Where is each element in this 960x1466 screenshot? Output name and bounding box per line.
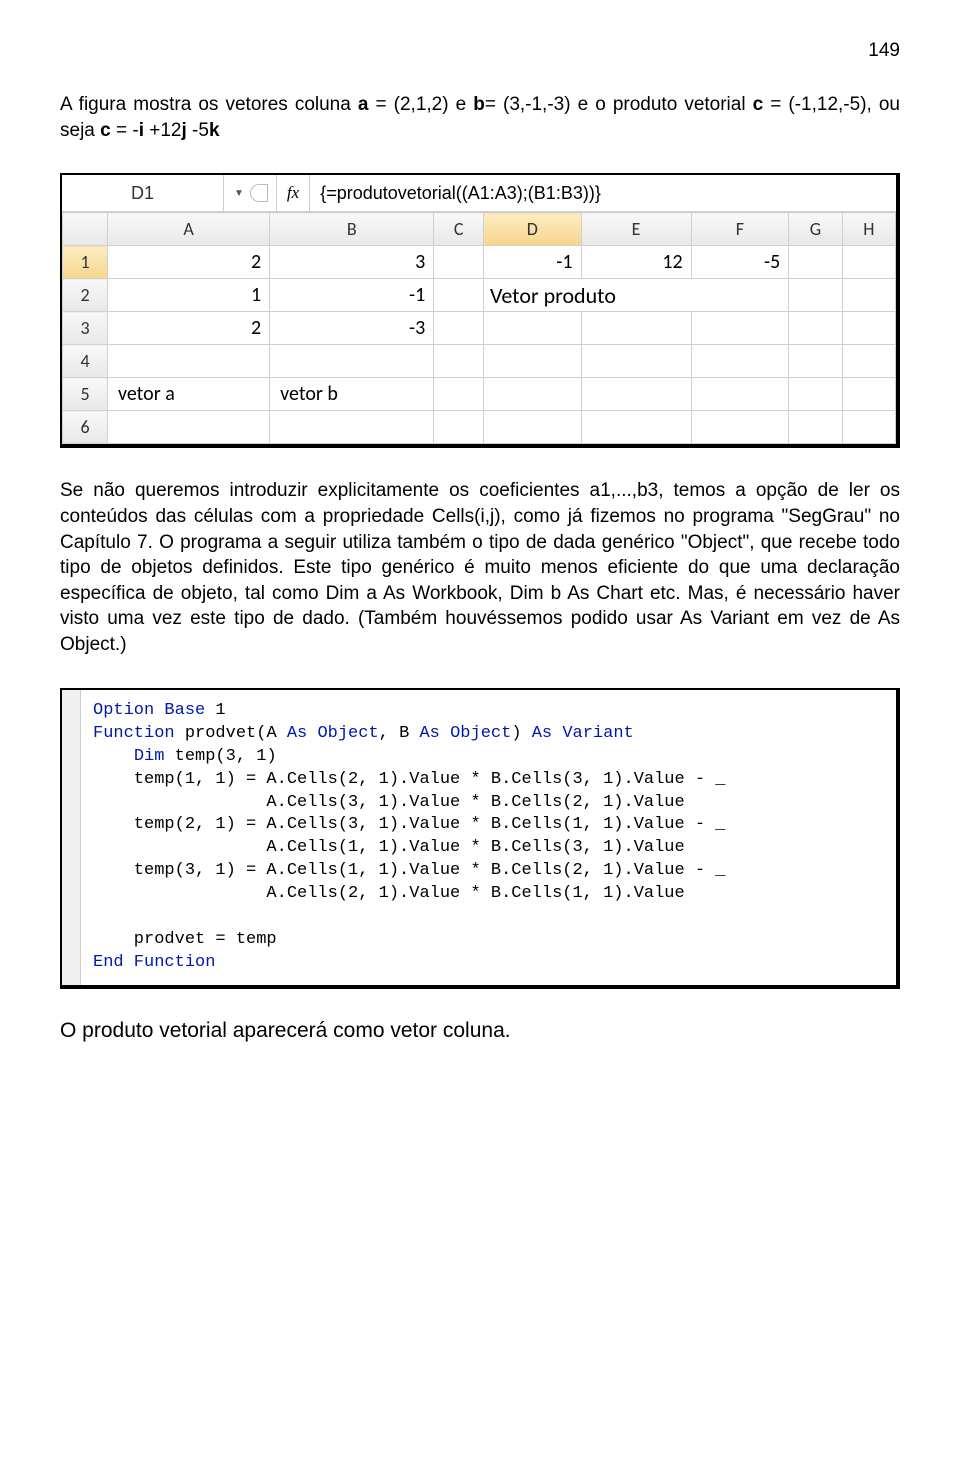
row-header: 1: [63, 246, 108, 279]
formula-bar-buttons: ▼: [224, 175, 277, 211]
cell: [789, 246, 843, 279]
cell: Vetor produto: [483, 279, 788, 312]
cell: [789, 378, 843, 411]
closing-paragraph: O produto vetorial aparecerá como vetor …: [60, 1019, 900, 1043]
code-margin: [62, 690, 81, 985]
cell: [270, 411, 434, 444]
row-header: 4: [63, 345, 108, 378]
excel-screenshot: D1 ▼ fx {=produtovetorial((A1:A3);(B1:B3…: [60, 173, 900, 448]
row-header: 2: [63, 279, 108, 312]
cell: [789, 411, 843, 444]
col-header: B: [270, 213, 434, 246]
column-header-row: ABCDEFGH: [63, 213, 896, 246]
vba-code-screenshot: Option Base 1 Function prodvet(A As Obje…: [60, 688, 900, 989]
col-header: C: [434, 213, 484, 246]
body-paragraph: Se não queremos introduzir explicitament…: [60, 478, 900, 657]
cell: [691, 312, 789, 345]
cell: [108, 411, 270, 444]
cell: [581, 411, 691, 444]
name-box: D1: [62, 175, 224, 211]
spreadsheet-grid: ABCDEFGH 123-112-521-1Vetor produto32-34…: [62, 212, 896, 444]
cell: 3: [270, 246, 434, 279]
col-header: D: [483, 213, 581, 246]
col-header: E: [581, 213, 691, 246]
cell: [434, 279, 484, 312]
cell: [581, 345, 691, 378]
cell: 12: [581, 246, 691, 279]
cell: [483, 411, 581, 444]
cell: [691, 378, 789, 411]
cell: [789, 345, 843, 378]
cell: [842, 246, 895, 279]
cell: [842, 378, 895, 411]
cell: vetor a: [108, 378, 270, 411]
cell: [842, 411, 895, 444]
cell: [789, 279, 843, 312]
row-header: 5: [63, 378, 108, 411]
cell: [581, 312, 691, 345]
corner-cell: [63, 213, 108, 246]
cell: [842, 279, 895, 312]
fb-circle-icon: [250, 184, 268, 202]
col-header: F: [691, 213, 789, 246]
dropdown-icon: ▼: [234, 188, 244, 199]
cell: [483, 312, 581, 345]
cell: -1: [483, 246, 581, 279]
cell: [434, 246, 484, 279]
col-header: H: [842, 213, 895, 246]
fx-label: fx: [277, 175, 310, 211]
cell: -5: [691, 246, 789, 279]
sheet-row: 123-112-5: [63, 246, 896, 279]
cell: [691, 411, 789, 444]
page-number: 149: [60, 40, 900, 62]
cell: 1: [108, 279, 270, 312]
cell: [108, 345, 270, 378]
cell: [434, 378, 484, 411]
cell: [789, 312, 843, 345]
code-body: Option Base 1 Function prodvet(A As Obje…: [81, 690, 896, 985]
cell: [842, 345, 895, 378]
cell: -3: [270, 312, 434, 345]
sheet-row: 5vetor avetor b: [63, 378, 896, 411]
cell: 2: [108, 246, 270, 279]
cell: [434, 312, 484, 345]
cell: vetor b: [270, 378, 434, 411]
cell: [842, 312, 895, 345]
sheet-row: 21-1 Vetor produto: [63, 279, 896, 312]
cell: [434, 345, 484, 378]
cell: [483, 378, 581, 411]
col-header: A: [108, 213, 270, 246]
cell: 2: [108, 312, 270, 345]
row-header: 6: [63, 411, 108, 444]
formula-bar: D1 ▼ fx {=produtovetorial((A1:A3);(B1:B3…: [62, 175, 896, 212]
cell: [434, 411, 484, 444]
cell: [483, 345, 581, 378]
col-header: G: [789, 213, 843, 246]
row-header: 3: [63, 312, 108, 345]
sheet-row: 32-3: [63, 312, 896, 345]
intro-paragraph: A figura mostra os vetores coluna a = (2…: [60, 92, 900, 143]
cell: -1: [270, 279, 434, 312]
sheet-row: 4: [63, 345, 896, 378]
formula-text: {=produtovetorial((A1:A3);(B1:B3))}: [310, 175, 896, 211]
sheet-row: 6: [63, 411, 896, 444]
cell: [691, 345, 789, 378]
cell: [270, 345, 434, 378]
cell: [581, 378, 691, 411]
